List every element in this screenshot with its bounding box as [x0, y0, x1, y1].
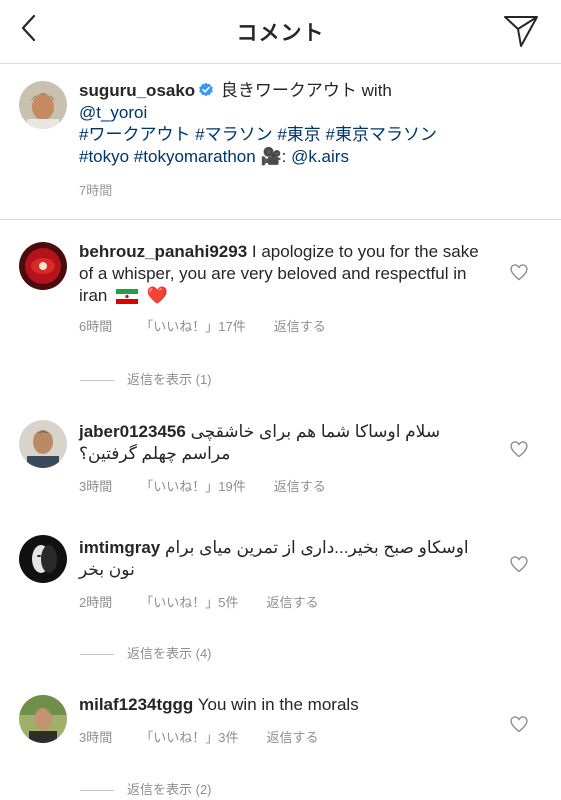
- view-replies-link[interactable]: 返信を表示 (1): [80, 369, 212, 388]
- avatar[interactable]: [19, 242, 67, 290]
- video-camera-icon: 🎥: [260, 147, 282, 166]
- caption-body: 良きワークアウト with: [216, 81, 392, 100]
- comment-username[interactable]: milaf1234tggg: [79, 695, 193, 714]
- avatar[interactable]: [19, 535, 67, 583]
- comment-body: You win in the morals: [193, 695, 359, 714]
- view-replies-link[interactable]: 返信を表示 (2): [80, 779, 212, 798]
- view-replies-link[interactable]: 返信を表示 (4): [80, 643, 212, 662]
- comment-meta: 6時間 「いいね！」17件 返信する: [79, 316, 354, 335]
- comment-username[interactable]: jaber0123456: [79, 422, 186, 441]
- caption-username[interactable]: suguru_osako: [79, 81, 195, 100]
- reply-button[interactable]: 返信する: [266, 595, 318, 610]
- share-button[interactable]: [501, 10, 541, 50]
- reply-button[interactable]: 返信する: [266, 730, 318, 745]
- comment-timestamp: 3時間: [79, 479, 113, 494]
- reply-button[interactable]: 返信する: [274, 319, 326, 334]
- comment-text: imtimgray اوسکاو صبح بخیر...داری از تمری…: [79, 537, 479, 581]
- comment-timestamp: 2時間: [79, 595, 113, 610]
- avatar[interactable]: [19, 420, 67, 468]
- view-replies-label: 返信を表示 (2): [127, 782, 212, 797]
- header-bar: コメント: [0, 0, 561, 64]
- heart-outline-icon[interactable]: [509, 714, 529, 734]
- verified-badge-icon: [199, 82, 214, 97]
- iran-flag-icon: [116, 289, 139, 304]
- like-count[interactable]: 「いいね！」5件: [140, 595, 238, 610]
- heart-outline-icon[interactable]: [509, 554, 529, 574]
- comment-timestamp: 6時間: [79, 319, 113, 334]
- comment-text: behrouz_panahi9293 I apologize to you fo…: [79, 241, 479, 307]
- comment-username[interactable]: imtimgray: [79, 538, 160, 557]
- mention-link[interactable]: @t_yoroi: [79, 103, 147, 122]
- comment-meta: 2時間 「いいね！」5件 返信する: [79, 592, 346, 611]
- heart-emoji: ❤️: [146, 286, 168, 305]
- caption-timestamp: 7時間: [79, 183, 113, 198]
- avatar[interactable]: [19, 695, 67, 743]
- profile-photo: [19, 81, 67, 129]
- comment-timestamp: 3時間: [79, 730, 113, 745]
- credit-mention-link[interactable]: @k.airs: [291, 147, 349, 166]
- comment-username[interactable]: behrouz_panahi9293: [79, 242, 247, 261]
- like-count[interactable]: 「いいね！」17件: [140, 319, 245, 334]
- comment-meta: 3時間 「いいね！」19件 返信する: [79, 476, 354, 495]
- profile-photo: [19, 242, 67, 290]
- profile-photo: [19, 695, 67, 743]
- caption-text: suguru_osako 良きワークアウト with @t_yoroi #ワーク…: [79, 80, 534, 168]
- divider: [0, 219, 561, 220]
- heart-outline-icon[interactable]: [509, 262, 529, 282]
- page-title: コメント: [236, 22, 325, 45]
- view-replies-label: 返信を表示 (4): [127, 646, 212, 661]
- caption-separator: :: [281, 147, 292, 166]
- replies-divider-line: [80, 654, 114, 656]
- profile-photo: [19, 420, 67, 468]
- view-replies-label: 返信を表示 (1): [127, 372, 212, 387]
- avatar[interactable]: [19, 81, 67, 129]
- profile-photo: [19, 535, 67, 583]
- reply-button[interactable]: 返信する: [274, 479, 326, 494]
- comment-text: jaber0123456 سلام اوساکا شما هم برای خاش…: [79, 421, 479, 465]
- comment-text: milaf1234tggg You win in the morals: [79, 694, 479, 716]
- hashtag-links[interactable]: #ワークアウト #マラソン #東京 #東京マラソン: [79, 125, 437, 144]
- hashtag-links-2[interactable]: #tokyo #tokyomarathon: [79, 147, 256, 166]
- heart-outline-icon[interactable]: [509, 439, 529, 459]
- replies-divider-line: [80, 790, 114, 792]
- comment-meta: 3時間 「いいね！」3件 返信する: [79, 727, 346, 746]
- like-count[interactable]: 「いいね！」19件: [140, 479, 245, 494]
- like-count[interactable]: 「いいね！」3件: [140, 730, 238, 745]
- replies-divider-line: [80, 380, 114, 382]
- paper-plane-icon: [504, 16, 538, 47]
